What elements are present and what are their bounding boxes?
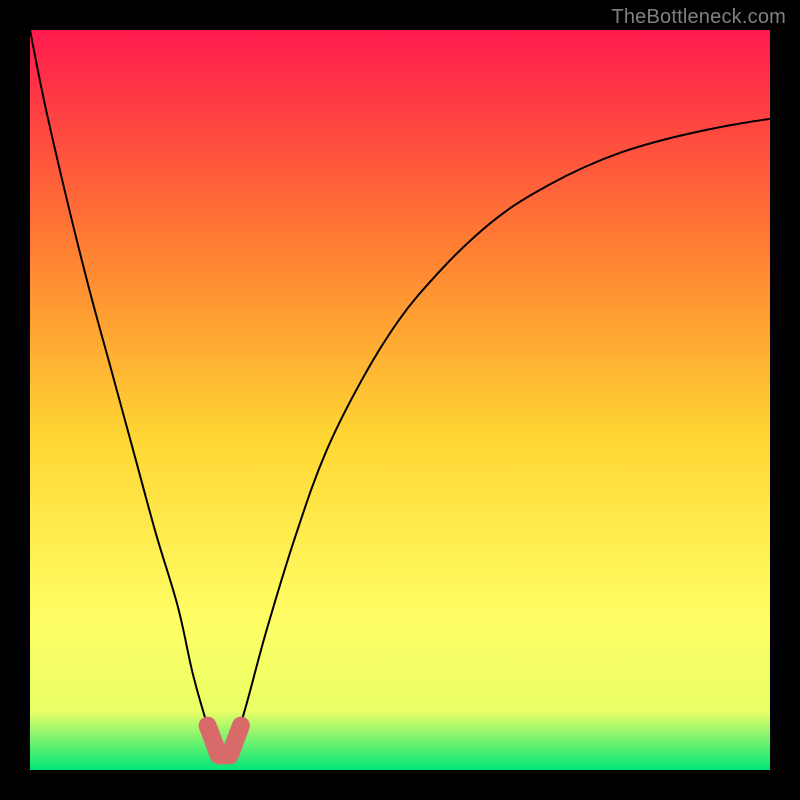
chart-plot — [30, 30, 770, 770]
watermark-text: TheBottleneck.com — [611, 6, 786, 29]
chart-frame: TheBottleneck.com — [0, 0, 800, 800]
chart-svg — [30, 30, 770, 770]
